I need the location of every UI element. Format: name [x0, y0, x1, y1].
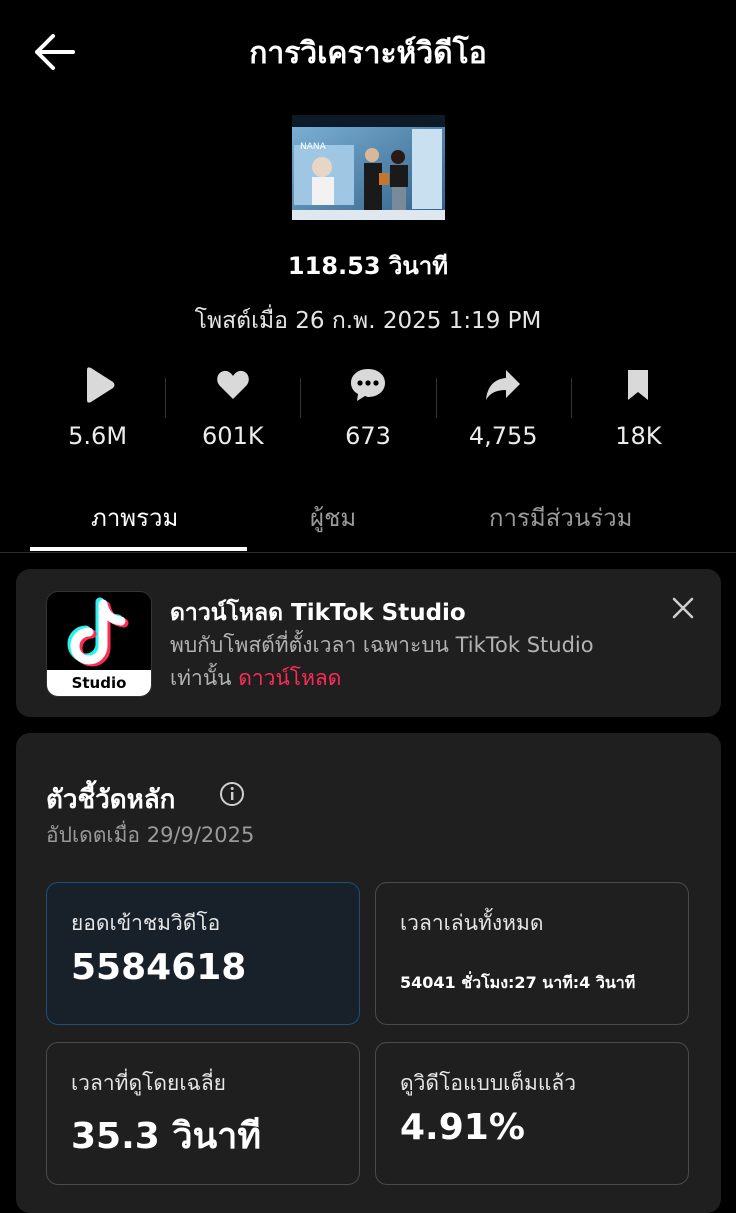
post-date: โพสต์เมื่อ 26 ก.พ. 2025 1:19 PM — [194, 308, 542, 334]
active-tab-indicator — [30, 547, 247, 551]
saves-count: 18K — [615, 422, 662, 450]
thumbnail-image: NANA — [292, 115, 445, 220]
shares-count: 4,755 — [468, 422, 538, 450]
play-icon — [75, 362, 121, 408]
thumbnail-text: NANA — [300, 142, 327, 152]
share-icon — [480, 362, 526, 408]
metric-label: เวลาเล่นทั้งหมด — [400, 911, 544, 935]
stat-likes: 601K — [165, 360, 300, 460]
metric-card-video-views[interactable]: ยอดเข้าชมวิดีโอ 5584618 — [46, 882, 360, 1025]
metric-value: 54041 ชั่วโมง:27 นาที:4 วินาที — [400, 973, 636, 992]
stat-shares: 4,755 — [435, 360, 571, 460]
metrics-updated-date: อัปเดตเมื่อ 29/9/2025 — [46, 823, 255, 847]
views-count: 5.6M — [68, 422, 128, 450]
stats-row: 5.6M 601K 673 4,755 18K — [30, 360, 706, 460]
metric-label: ดูวิดีโอแบบเต็มแล้ว — [400, 1071, 577, 1095]
bookmark-icon — [615, 362, 661, 408]
download-link[interactable]: ดาวน์โหลด — [238, 666, 341, 690]
metric-card-average-watch-time[interactable]: เวลาที่ดูโดยเฉลี่ย 35.3 วินาที — [46, 1042, 360, 1185]
comments-count: 673 — [345, 422, 391, 450]
page-title: การวิเคราะห์วิดีโอ — [249, 36, 487, 71]
tiktok-studio-promo: Studio ดาวน์โหลด TikTok Studio พบกับโพสต… — [16, 569, 721, 717]
close-button[interactable] — [666, 591, 700, 625]
tiktok-studio-logo: Studio — [46, 591, 152, 697]
video-thumbnail[interactable]: NANA — [292, 115, 445, 220]
metric-value: 5584618 — [71, 947, 247, 988]
stat-saves: 18K — [570, 360, 706, 460]
likes-count: 601K — [202, 422, 264, 450]
stat-views: 5.6M — [30, 360, 165, 460]
promo-description-text: พบกับโพสต์ที่ตั้งเวลา เฉพาะบน TikTok Stu… — [170, 633, 594, 690]
metric-card-full-video-watched[interactable]: ดูวิดีโอแบบเต็มแล้ว 4.91% — [375, 1042, 689, 1185]
tab-engagement[interactable]: การมีส่วนร่วม — [489, 498, 632, 537]
studio-label: Studio — [47, 670, 151, 696]
video-duration: 118.53 วินาที — [287, 252, 449, 280]
tab-overview[interactable]: ภาพรวม — [91, 498, 178, 537]
stat-comments: 673 — [300, 360, 435, 460]
tab-audience[interactable]: ผู้ชม — [310, 498, 356, 537]
key-metrics-section: ตัวชี้วัดหลัก อัปเดตเมื่อ 29/9/2025 ยอดเ… — [16, 733, 721, 1213]
metrics-title: ตัวชี้วัดหลัก — [46, 785, 176, 815]
metric-value: 4.91% — [400, 1107, 525, 1148]
tab-bar: ภาพรวม ผู้ชม การมีส่วนร่วม — [0, 490, 736, 553]
comment-icon — [345, 362, 391, 408]
promo-title: ดาวน์โหลด TikTok Studio — [170, 600, 466, 626]
metric-value: 35.3 วินาที — [71, 1116, 262, 1157]
metric-card-total-play-time[interactable]: เวลาเล่นทั้งหมด 54041 ชั่วโมง:27 นาที:4 … — [375, 882, 689, 1025]
info-icon[interactable] — [219, 781, 245, 807]
metric-label: เวลาที่ดูโดยเฉลี่ย — [71, 1071, 226, 1095]
heart-icon — [210, 362, 256, 408]
close-icon — [672, 597, 694, 619]
tiktok-note-icon — [67, 597, 129, 667]
promo-description: พบกับโพสต์ที่ตั้งเวลา เฉพาะบน TikTok Stu… — [170, 629, 610, 695]
metric-label: ยอดเข้าชมวิดีโอ — [71, 911, 221, 935]
